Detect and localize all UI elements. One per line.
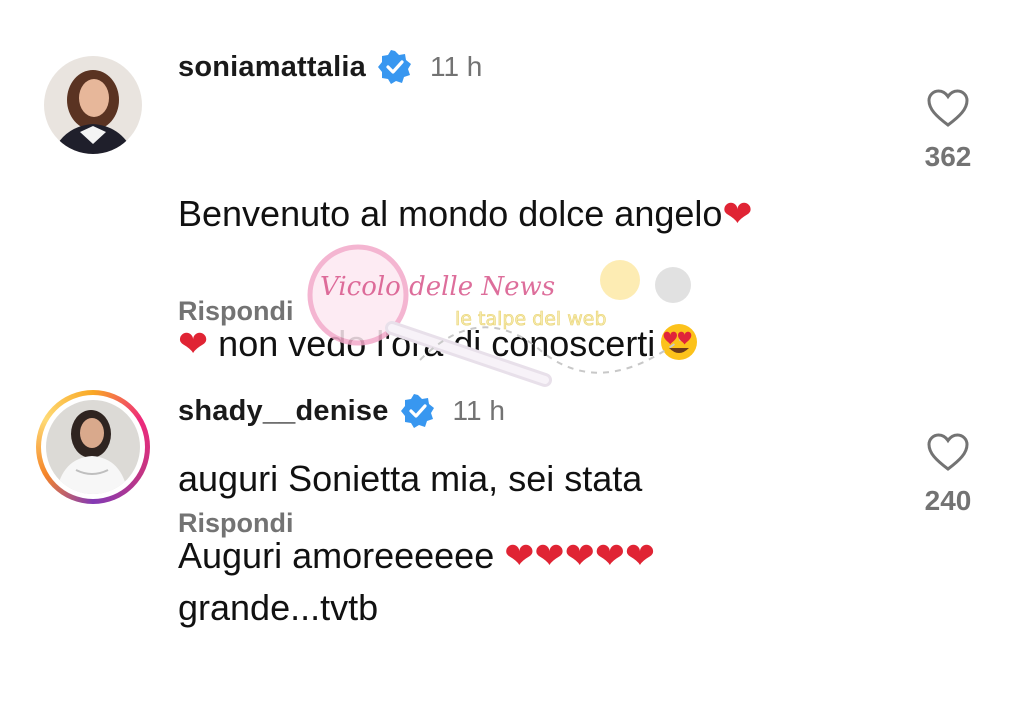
timestamp: 11 h <box>429 51 483 82</box>
comment-line: Auguri amoreeeeee ❤❤❤❤❤ <box>178 535 656 577</box>
comment-line: ❤ non vedo l'ora di conoscerti <box>178 322 898 371</box>
heart-eyes-emoji <box>659 322 699 371</box>
red-heart-emoji: ❤ <box>594 536 625 577</box>
comment-soniamattalia: soniamattalia 11 h Benvenuto al mondo do… <box>0 0 1024 628</box>
red-heart-emoji: ❤ <box>564 536 595 577</box>
red-heart-emoji: ❤ <box>722 194 753 235</box>
reply-button[interactable]: Rispondi <box>178 508 294 539</box>
like-control: 240 <box>898 432 998 517</box>
verified-badge-icon <box>377 50 412 84</box>
heart-outline-icon[interactable] <box>926 88 970 133</box>
red-heart-emoji: ❤ <box>504 536 535 577</box>
reply-button[interactable]: Rispondi <box>178 296 294 327</box>
heart-outline-icon[interactable] <box>926 432 970 477</box>
red-heart-emoji: ❤ <box>624 536 656 577</box>
red-heart-emoji: ❤ <box>534 536 565 577</box>
avatar-photo <box>46 400 140 494</box>
comment-header: soniamattalia 11 h <box>178 50 482 84</box>
username[interactable]: soniamattalia <box>178 51 366 84</box>
avatar[interactable] <box>44 56 142 154</box>
username[interactable]: shady__denise <box>178 395 389 428</box>
like-count: 240 <box>924 485 972 516</box>
like-count: 362 <box>924 141 972 172</box>
verified-badge-icon <box>400 394 435 428</box>
comment-shady-denise: shady__denise 11 h Auguri amoreeeeee ❤❤❤… <box>0 380 1024 603</box>
comment-line: Benvenuto al mondo dolce angelo❤ <box>178 193 753 235</box>
timestamp: 11 h <box>452 395 505 426</box>
avatar-photo <box>44 56 142 154</box>
comment-text: Auguri amoreeeeee ❤❤❤❤❤ <box>178 448 898 664</box>
avatar[interactable] <box>46 400 140 494</box>
comment-header: shady__denise 11 h <box>178 394 505 428</box>
like-control: 362 <box>898 88 998 173</box>
red-heart-emoji: ❤ <box>178 324 209 365</box>
